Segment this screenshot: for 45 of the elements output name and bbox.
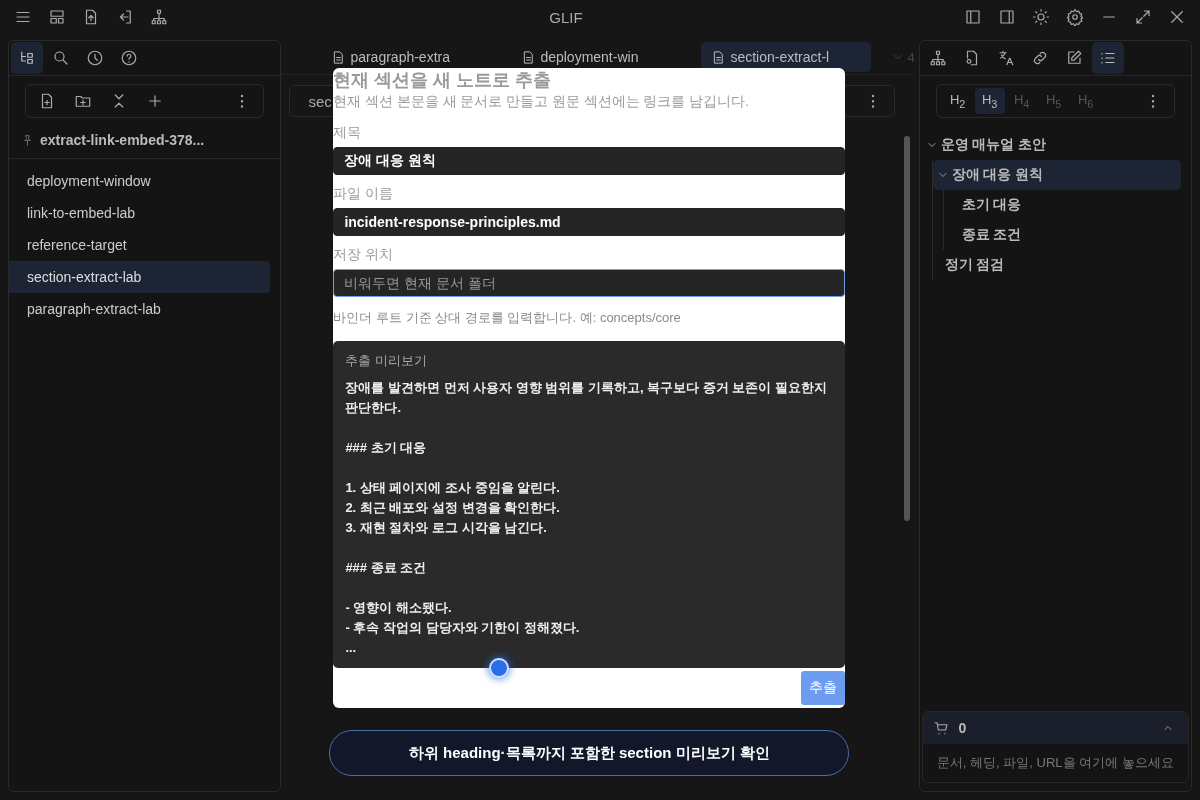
file-tree-icon[interactable] xyxy=(11,42,43,74)
outline-item[interactable]: 운영 매뉴얼 초안 xyxy=(925,130,1191,160)
editor-tab[interactable]: deployment-win xyxy=(511,42,682,72)
input-field[interactable]: incident-response-principles.md xyxy=(333,208,846,236)
toast-message: 하위 heading·목록까지 포함한 section 미리보기 확인 xyxy=(329,730,850,776)
scrollbar[interactable] xyxy=(903,136,910,521)
file-item[interactable]: reference-target xyxy=(9,229,271,261)
preview-text: ### 초기 대응 xyxy=(345,439,428,457)
tab-label: paragraph-extra xyxy=(350,49,450,65)
file-item[interactable]: paragraph-extract-lab xyxy=(9,293,271,325)
preview-label: 추출 미리보기 xyxy=(345,353,428,370)
drop-hint: 문서, 헤딩, 파일, URL을 여기에 놓으세요 xyxy=(935,754,1175,772)
outline-item[interactable]: 정기 점검 xyxy=(932,250,1191,280)
basket-count: 0 xyxy=(958,720,967,736)
pin-icon xyxy=(21,133,34,147)
preview-text: 1. 상태 페이지에 조사 중임을 알린다. 2. 최근 배포와 설정 변경을 확인한다. 3. 재현 절차와 로그 시각을 남긴다. xyxy=(345,479,561,537)
input-field[interactable]: 장애 대응 원칙 xyxy=(333,147,846,175)
list-icon[interactable] xyxy=(1091,42,1124,74)
dialog-title: 현재 섹션을 새 노트로 추출 xyxy=(333,69,553,92)
heading-level-button[interactable]: H$_{3}$ xyxy=(974,88,1005,114)
dialog-description: 현재 섹션 본문을 새 문서로 만들고 원문 섹션에는 링크를 남깁니다. xyxy=(333,93,750,111)
pinned-folder[interactable]: extract-link-embed-378... xyxy=(40,132,205,148)
preview-text: ### 종료 조건 xyxy=(345,559,428,577)
window-title: GLIF xyxy=(549,8,583,26)
file-item[interactable]: section-extract-lab xyxy=(9,261,271,293)
document-title: sec xyxy=(308,92,332,110)
outline-item[interactable]: 장애 대응 원칙 xyxy=(932,160,1181,190)
editor-tab[interactable]: paragraph-extra xyxy=(321,42,492,72)
field-label: 파일 이름 xyxy=(333,185,395,203)
cart-icon xyxy=(932,720,949,736)
field-label: 제목 xyxy=(333,124,363,142)
file-item[interactable]: link-to-embed-lab xyxy=(9,197,271,229)
input-field[interactable]: 비워두면 현재 문서 폴더 xyxy=(333,269,846,297)
file-item[interactable]: deployment-window xyxy=(9,165,271,197)
basket-header[interactable]: 0 xyxy=(922,712,1188,744)
preview-text: - 영향이 해소됐다. - 후속 작업의 담당자와 기한이 정해졌다. ... xyxy=(345,599,581,657)
tab-label: section-extract-l xyxy=(730,49,830,65)
preview-text: 장애를 발견하면 먼저 사용자 영향 범위를 기록하고, 복구보다 증거 보존이 필요한지 판단한다. xyxy=(345,379,829,417)
heading-level-button[interactable]: H$_{2}$ xyxy=(942,88,973,114)
outline-item[interactable]: 종료 조건 xyxy=(943,220,1191,250)
field-label: 저장 위치 xyxy=(333,246,395,264)
cursor-dot-icon xyxy=(489,658,510,678)
tab-label: deployment-win xyxy=(540,49,639,65)
field-hint: 바인더 루트 기준 상대 경로를 입력합니다. 예: concepts/core xyxy=(333,309,682,327)
outline-item[interactable]: 초기 대응 xyxy=(943,190,1191,220)
